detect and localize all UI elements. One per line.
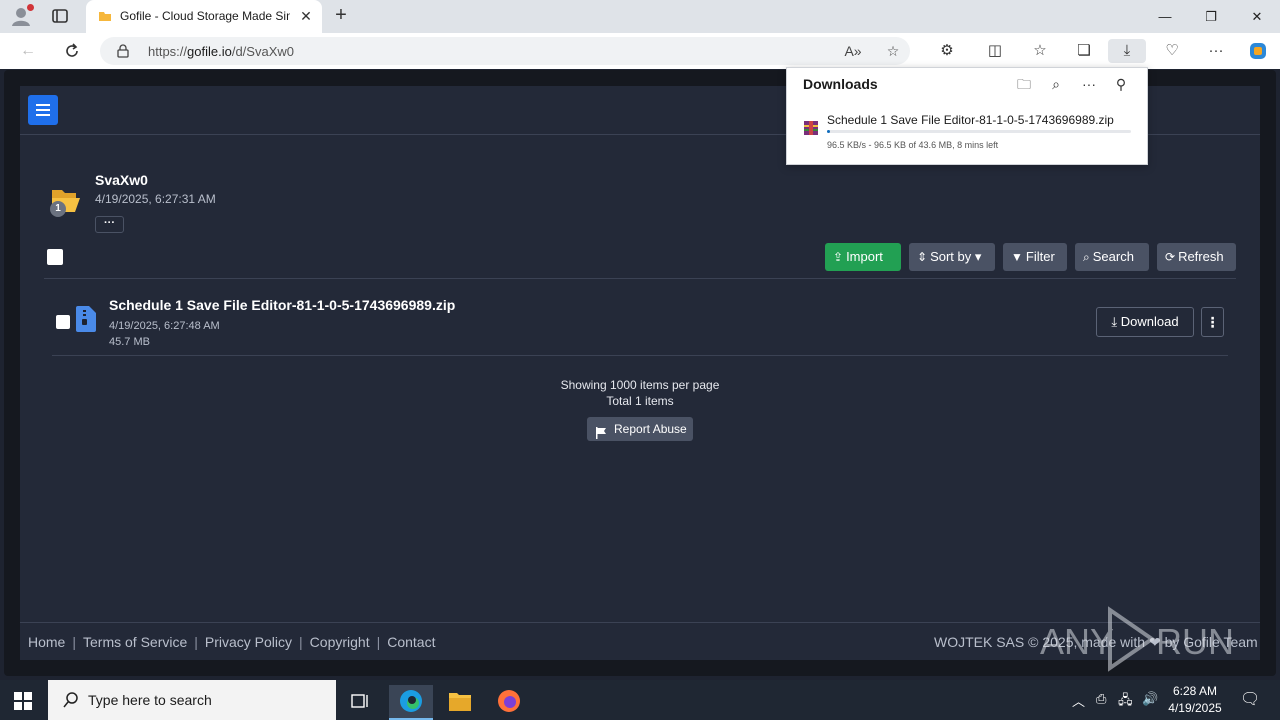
footer-link-contact[interactable]: Contact: [387, 634, 435, 650]
footer-link-terms[interactable]: Terms of Service: [83, 634, 187, 650]
file-date: 4/19/2025, 6:27:48 AM: [109, 320, 220, 332]
pin-icon[interactable]: ⚲: [1111, 74, 1131, 94]
report-abuse-button[interactable]: Report Abuse: [587, 417, 693, 441]
search-icon: [62, 691, 80, 709]
windows-start-icon[interactable]: [14, 692, 32, 710]
refresh-button[interactable]: ⟳ Refresh: [1157, 243, 1236, 271]
sort-by-button[interactable]: ⇕ Sort by ▾: [909, 243, 995, 271]
favorites-icon[interactable]: ☆: [1028, 39, 1052, 63]
download-status: 96.5 KB/s - 96.5 KB of 43.6 MB, 8 mins l…: [827, 140, 999, 150]
download-progress-bar: [827, 130, 1131, 133]
flag-icon: [595, 423, 607, 439]
toolbar-divider: [44, 278, 1236, 279]
search-icon: ⌕: [1083, 250, 1090, 264]
profile-icon[interactable]: [10, 4, 34, 27]
download-icon: ⤓: [1111, 314, 1118, 329]
folder-date: 4/19/2025, 6:27:31 AM: [95, 192, 216, 206]
winrar-archive-icon: [803, 120, 819, 136]
folder-name: SvaXw0: [95, 172, 148, 188]
network-icon[interactable]: 🖧: [1118, 691, 1133, 713]
download-button[interactable]: ⤓ Download: [1096, 307, 1194, 337]
device-icon[interactable]: ⎙: [1096, 691, 1106, 707]
filter-icon: ▼: [1011, 250, 1023, 264]
download-file-name[interactable]: Schedule 1 Save File Editor-81-1-0-5-174…: [827, 113, 1114, 127]
svg-text:RUN: RUN: [1156, 621, 1234, 662]
more-options-icon[interactable]: ···: [1079, 74, 1099, 94]
file-checkbox[interactable]: [56, 315, 70, 329]
sort-icon: ⇕: [917, 250, 928, 264]
file-options-button[interactable]: ⋮: [1201, 307, 1224, 337]
taskbar-search-box[interactable]: Type here to search: [48, 680, 336, 720]
file-size: 45.7 MB: [109, 336, 150, 348]
read-aloud-icon[interactable]: A»: [844, 42, 862, 60]
address-toolbar: ← https://gofile.io/d/SvaXw0 A» ☆ ⚙ ◫ ☆ …: [0, 33, 1280, 69]
extensions-icon[interactable]: ⚙: [935, 39, 959, 63]
menu-button[interactable]: [28, 95, 58, 125]
downloads-title: Downloads: [803, 76, 878, 92]
file-name-link[interactable]: Schedule 1 Save File Editor-81-1-0-5-174…: [109, 297, 455, 313]
browser-tab-bar: Gofile - Cloud Storage Made Simple ✕ + —…: [0, 0, 1280, 33]
edge-taskbar-icon[interactable]: [389, 685, 433, 720]
search-button[interactable]: ⌕ Search: [1075, 243, 1149, 271]
folder-more-button[interactable]: ···: [95, 216, 124, 233]
reload-icon[interactable]: [60, 39, 84, 63]
show-hidden-icons[interactable]: ︿: [1072, 691, 1085, 710]
volume-icon[interactable]: 🔊: [1142, 691, 1158, 707]
footer-links: Home | Terms of Service | Privacy Policy | Cop…: [28, 634, 436, 650]
anyrun-watermark-logo: ANY RUN: [1040, 606, 1234, 672]
close-tab-icon[interactable]: ✕: [298, 8, 314, 24]
windows-taskbar: Type here to search ︿ ⎙ 🖧 🔊 6:28 AM 4/19…: [0, 680, 1280, 720]
firefox-icon[interactable]: [487, 685, 531, 720]
favorite-star-icon[interactable]: ☆: [884, 42, 902, 60]
lock-icon[interactable]: [116, 44, 130, 58]
back-icon[interactable]: ←: [16, 39, 40, 63]
tab-actions-icon[interactable]: [50, 6, 70, 26]
import-button[interactable]: ⇪ Import: [825, 243, 901, 271]
downloads-panel: Downloads 🗀 ⌕ ··· ⚲ Schedule 1 Save File…: [786, 67, 1148, 165]
task-view-icon[interactable]: [338, 685, 382, 720]
taskbar-clock[interactable]: 6:28 AM 4/19/2025: [1160, 683, 1230, 717]
copilot-icon[interactable]: [1246, 39, 1270, 63]
open-folder-icon[interactable]: 🗀: [1014, 74, 1034, 94]
page-content: [20, 86, 1260, 660]
taskbar-search-placeholder: Type here to search: [88, 692, 212, 708]
search-downloads-icon[interactable]: ⌕: [1046, 74, 1066, 94]
downloads-icon[interactable]: ⤓: [1108, 39, 1146, 63]
file-explorer-icon[interactable]: [438, 685, 482, 720]
browser-essentials-icon[interactable]: ♡: [1160, 39, 1184, 63]
notification-dot: [27, 4, 34, 11]
minimize-button[interactable]: —: [1142, 0, 1188, 33]
footer-link-copyright[interactable]: Copyright: [310, 634, 370, 650]
total-items-text: Total 1 items: [606, 394, 674, 408]
filter-button[interactable]: ▼ Filter: [1003, 243, 1067, 271]
tab-title: Gofile - Cloud Storage Made Simple: [120, 9, 290, 23]
import-icon: ⇪: [833, 250, 844, 264]
settings-more-icon[interactable]: ···: [1204, 39, 1228, 63]
notifications-icon[interactable]: 🗨: [1240, 689, 1260, 709]
refresh-icon: ⟳: [1165, 250, 1176, 264]
svg-text:ANY: ANY: [1040, 621, 1114, 662]
new-tab-button[interactable]: +: [330, 5, 352, 27]
split-screen-icon[interactable]: ◫: [983, 39, 1007, 63]
close-window-button[interactable]: ✕: [1234, 0, 1280, 33]
select-all-checkbox[interactable]: [47, 249, 63, 265]
footer-link-privacy[interactable]: Privacy Policy: [205, 634, 292, 650]
row-divider: [52, 355, 1228, 356]
caret-down-icon: ▾: [974, 249, 982, 264]
items-per-page-text: Showing 1000 items per page: [560, 378, 720, 392]
folder-item-count-badge: 1: [50, 201, 66, 217]
url-bar[interactable]: https://gofile.io/d/SvaXw0 A» ☆: [100, 37, 910, 65]
footer-link-home[interactable]: Home: [28, 634, 65, 650]
collections-icon[interactable]: ❏: [1072, 39, 1096, 63]
maximize-button[interactable]: ❐: [1188, 0, 1234, 33]
browser-tab[interactable]: Gofile - Cloud Storage Made Simple ✕: [86, 0, 322, 33]
gofile-favicon-icon: [98, 9, 112, 23]
url-text[interactable]: https://gofile.io/d/SvaXw0: [148, 44, 294, 59]
zip-file-icon: [76, 306, 96, 332]
